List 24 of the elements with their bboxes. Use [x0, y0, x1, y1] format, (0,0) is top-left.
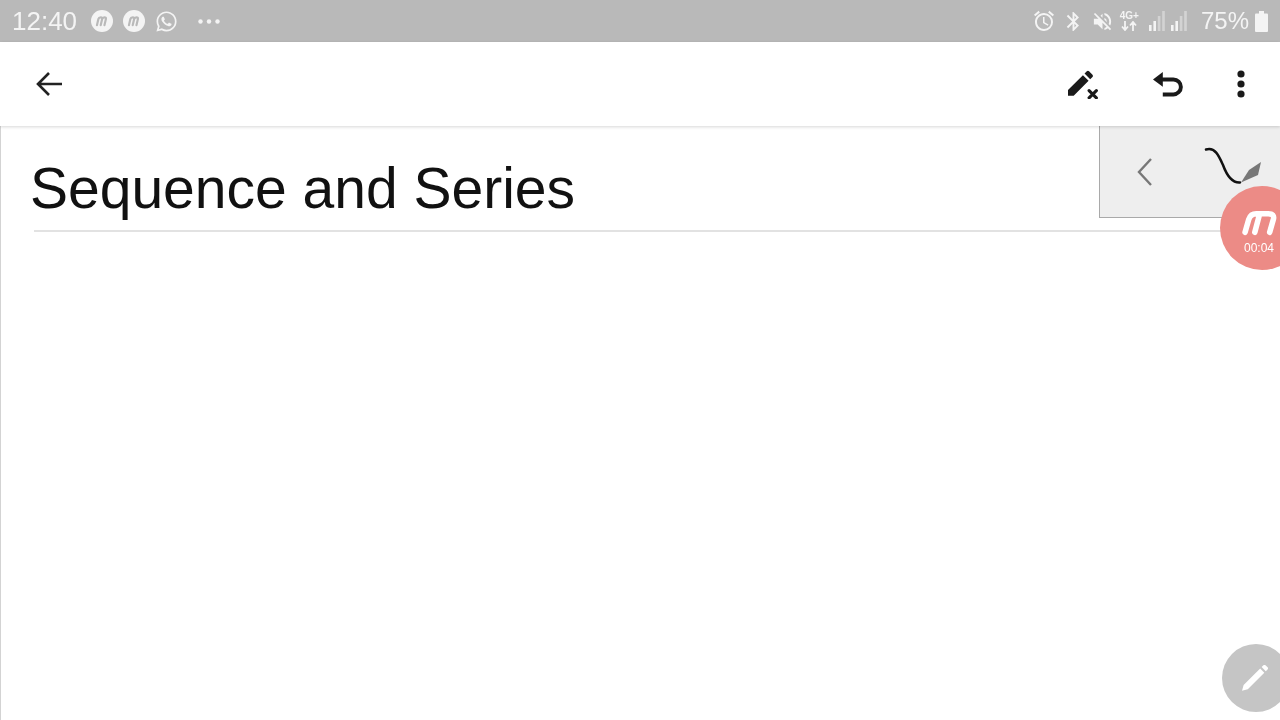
app-logo-icon — [91, 10, 114, 32]
more-icon — [1237, 70, 1245, 98]
note-title: Sequence and Series — [30, 155, 576, 221]
pencil-icon — [1242, 665, 1268, 691]
pen-x-icon — [1068, 69, 1098, 99]
back-arrow-icon — [35, 71, 63, 97]
app-logo-icon — [123, 10, 146, 32]
recording-timer: 00:04 — [1244, 242, 1274, 254]
signal-icon — [1148, 11, 1165, 31]
undo-icon — [1153, 71, 1183, 97]
chevron-left-icon — [1137, 156, 1153, 187]
signal-icon — [1170, 11, 1187, 31]
pen-button[interactable] — [1203, 147, 1263, 185]
recorder-bubble[interactable]: 00:04 — [1220, 186, 1280, 270]
pen-stroke-icon — [1203, 147, 1263, 185]
ellipsis-icon — [198, 18, 221, 24]
network-type-label: 4G+ — [1119, 11, 1139, 21]
battery-percent: 75% — [1200, 9, 1249, 33]
alarm-clock-icon — [1031, 9, 1056, 33]
battery-icon — [1255, 10, 1268, 32]
data-arrows-icon — [1121, 21, 1138, 31]
status-time: 12:40 — [12, 8, 78, 34]
phone-bubble-icon — [155, 9, 179, 33]
recorder-logo-icon — [1239, 210, 1279, 236]
